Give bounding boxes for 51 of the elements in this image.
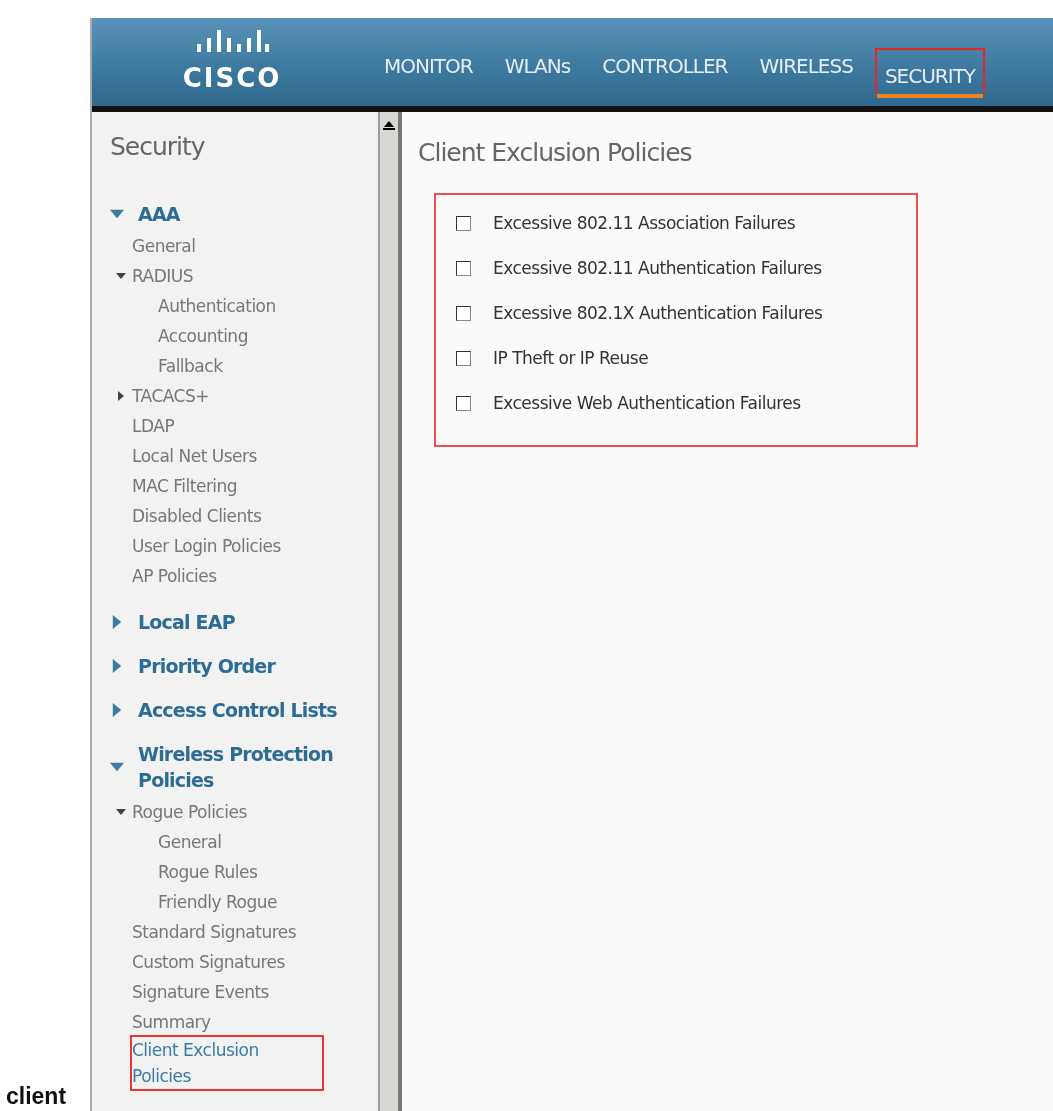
sidebar-item[interactable]: Disabled Clients	[132, 501, 322, 531]
sidebar-section[interactable]: Wireless Protection Policies	[138, 741, 360, 793]
checkbox[interactable]	[456, 215, 471, 231]
expanded-arrow-icon[interactable]	[116, 271, 126, 281]
sidebar-section[interactable]: Local EAP	[138, 609, 360, 635]
sidebar-item[interactable]: Custom Signatures	[132, 947, 322, 977]
page-title: Client Exclusion Policies	[418, 138, 693, 167]
sidebar-item[interactable]: TACACS+	[132, 381, 322, 411]
collapsed-arrow-icon[interactable]	[110, 615, 124, 629]
checkbox[interactable]	[456, 350, 471, 366]
sidebar-item[interactable]: General	[158, 827, 348, 857]
body-text: client	[6, 1083, 67, 1109]
sidebar-item[interactable]: RADIUS	[132, 261, 322, 291]
sidebar-item[interactable]: Rogue Rules	[158, 857, 348, 887]
sidebar-section[interactable]: Access Control Lists	[138, 697, 360, 723]
sidebar-item[interactable]: Local Net Users	[132, 441, 322, 471]
sidebar-item[interactable]: Standard Signatures	[132, 917, 322, 947]
nav-tab[interactable]: WLANs	[494, 48, 581, 94]
expanded-arrow-icon[interactable]	[116, 807, 126, 817]
collapsed-arrow-icon[interactable]	[116, 391, 126, 401]
sidebar-item[interactable]: User Login Policies	[132, 531, 322, 561]
checkbox[interactable]	[456, 395, 471, 411]
sidebar-item[interactable]: MAC Filtering	[132, 471, 322, 501]
sidebar-item[interactable]: Authentication	[158, 291, 348, 321]
sidebar-section[interactable]: Priority Order	[138, 653, 360, 679]
sidebar-item[interactable]: Signature Events Summary	[132, 977, 322, 1037]
sidebar-item[interactable]: Friendly Rogue	[158, 887, 348, 917]
sidebar-title: Security	[110, 132, 206, 161]
nav-tab[interactable]: WIRELESS	[749, 48, 863, 94]
expanded-arrow-icon[interactable]	[110, 760, 124, 774]
expanded-arrow-icon[interactable]	[110, 207, 124, 221]
sidebar-item[interactable]: Accounting	[158, 321, 348, 351]
sidebar-item[interactable]: Rogue Policies	[132, 797, 322, 827]
checkbox[interactable]	[456, 305, 471, 321]
nav-tab[interactable]: MONITOR	[374, 48, 483, 94]
sidebar-item[interactable]: LDAP	[132, 411, 322, 441]
checkbox-label[interactable]: Excessive 802.1X Authentication Failures	[493, 303, 823, 323]
checkbox-label[interactable]: Excessive 802.11 Association Failures	[493, 213, 796, 233]
logo-text: CISCO	[182, 64, 282, 92]
collapsed-arrow-icon[interactable]	[110, 703, 124, 717]
sidebar-item[interactable]: Fallback	[158, 351, 348, 381]
checkbox-label[interactable]: IP Theft or IP Reuse	[493, 348, 649, 368]
nav-tab[interactable]: CONTROLLER	[592, 48, 738, 94]
sidebar-item[interactable]: Client Exclusion Policies	[132, 1037, 322, 1089]
sidebar-item[interactable]: AP Policies	[132, 561, 322, 591]
sidebar-item[interactable]: General	[132, 231, 322, 261]
checkbox-label[interactable]: Excessive 802.11 Authentication Failures	[493, 258, 822, 278]
checkbox-label[interactable]: Excessive Web Authentication Failures	[493, 393, 801, 413]
checkbox[interactable]	[456, 260, 471, 276]
sidebar-section[interactable]: AAA	[138, 201, 360, 227]
collapsed-arrow-icon[interactable]	[110, 659, 124, 673]
